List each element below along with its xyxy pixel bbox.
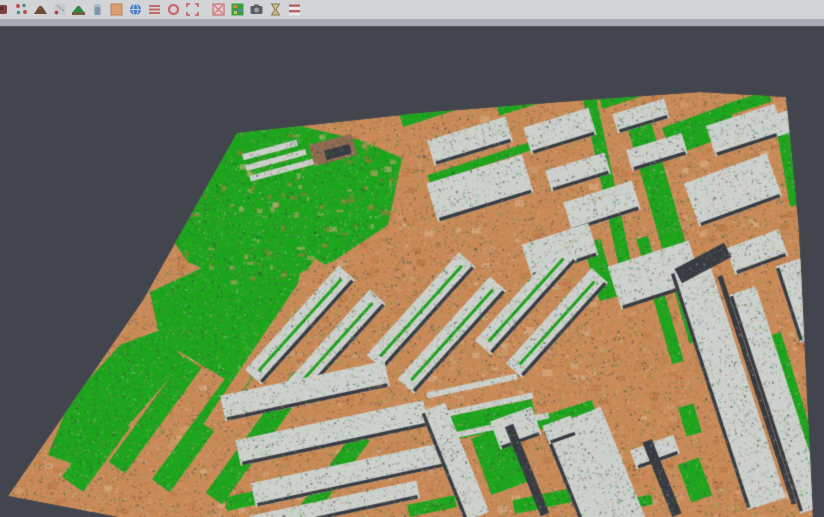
main-toolbar (0, 0, 824, 19)
camera-icon[interactable] (249, 2, 264, 17)
3d-viewport[interactable] (0, 27, 824, 517)
scatter-points-icon[interactable] (14, 2, 29, 17)
terrain-icon[interactable] (71, 2, 86, 17)
sparse-points-icon[interactable] (52, 2, 67, 17)
selection-brackets-icon[interactable] (185, 2, 200, 17)
toolbar-lower-band (0, 19, 824, 26)
clip-box-icon[interactable] (211, 2, 226, 17)
hourglass-icon[interactable] (268, 2, 283, 17)
ring-icon[interactable] (166, 2, 181, 17)
building-icon[interactable] (90, 2, 105, 17)
mountain-icon[interactable] (33, 2, 48, 17)
measure-stripes-icon[interactable] (287, 2, 302, 17)
application-window (0, 0, 824, 517)
tile-icon[interactable] (109, 2, 124, 17)
classified-cloud-icon[interactable] (230, 2, 245, 17)
model-icon[interactable] (0, 2, 10, 17)
classified-point-cloud-view[interactable] (0, 27, 824, 517)
globe-icon[interactable] (128, 2, 143, 17)
list-icon[interactable] (147, 2, 162, 17)
